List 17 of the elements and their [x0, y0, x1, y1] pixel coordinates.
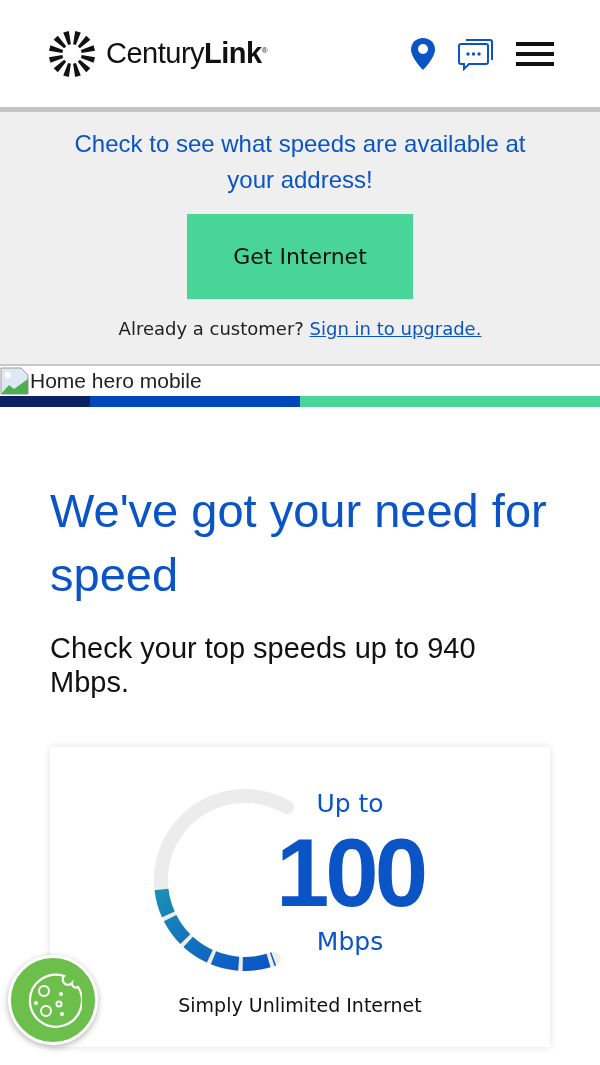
promo-text: Check to see what speeds are available at your address! [73, 129, 527, 195]
headline: We've got your need for speed [50, 483, 548, 603]
speed-unit: Mbps [315, 925, 385, 958]
customer-prompt: Already a customer? [118, 318, 304, 339]
broken-image-icon [0, 367, 30, 395]
image-alt-text: Home hero mobile [30, 368, 202, 394]
plan-name: Simply Unlimited Internet [177, 993, 423, 1018]
sign-in-link[interactable]: Sign in to upgrade. [309, 318, 482, 339]
logo-text[interactable]: CenturyLink$^{®}$ [106, 31, 268, 76]
up-to-label: Up to [315, 788, 385, 820]
chat-icon[interactable] [458, 36, 494, 71]
speed-value: 100 [274, 822, 426, 923]
location-pin-icon[interactable] [410, 36, 436, 71]
logo-icon [46, 28, 98, 79]
menu-icon[interactable] [516, 40, 554, 67]
subheading: Check your top speeds up to 940 Mbps. [50, 631, 477, 699]
get-internet-button[interactable]: Get Internet [187, 214, 413, 299]
